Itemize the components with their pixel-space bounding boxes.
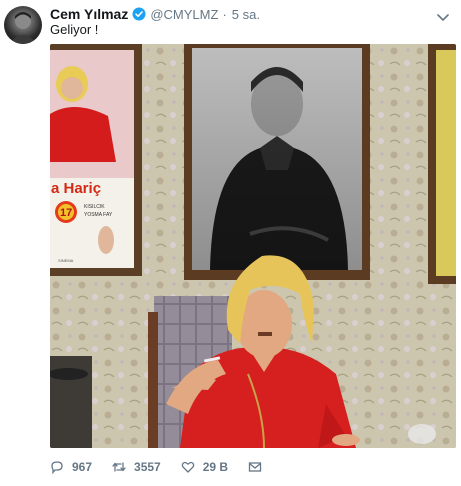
like-count: 29 B	[202, 460, 229, 474]
reply-button[interactable]: 967	[50, 460, 92, 474]
avatar[interactable]	[4, 6, 42, 44]
tweet-actions: 967 3557 29 B	[50, 458, 282, 476]
heart-icon	[181, 460, 195, 474]
glass	[408, 424, 436, 444]
retweet-count: 3557	[134, 460, 161, 474]
author-handle[interactable]: @CMYLMZ	[150, 7, 218, 22]
tweet-text: Geliyor !	[50, 22, 99, 37]
tweet-timestamp[interactable]: 5 sa.	[232, 7, 260, 22]
separator-dot: ·	[222, 6, 227, 22]
chevron-down-icon[interactable]	[437, 9, 449, 22]
right-frame	[428, 44, 456, 284]
tweet-header: Cem Yılmaz @CMYLMZ · 5 sa.	[50, 5, 260, 23]
poster-caption-2: YOSMA FAY	[84, 212, 113, 218]
tweet-photo[interactable]: 17 a Hariç KISILCIK YOSMA FAY SINEMA	[50, 44, 456, 448]
framed-photo-center	[184, 44, 370, 280]
direct-message-button[interactable]	[248, 460, 262, 474]
poster-title-text: a Hariç	[51, 180, 101, 197]
envelope-icon	[248, 460, 262, 474]
author-name[interactable]: Cem Yılmaz	[50, 6, 128, 22]
left-poster: 17 a Hariç KISILCIK YOSMA FAY SINEMA	[50, 44, 142, 276]
retweet-icon	[112, 460, 126, 474]
reply-icon	[50, 460, 64, 474]
reply-count: 967	[72, 460, 93, 474]
tweet: Cem Yılmaz @CMYLMZ · 5 sa. Geliyor ! 17 …	[0, 0, 461, 486]
poster-footer: SINEMA	[58, 258, 74, 263]
retweet-button[interactable]: 3557	[112, 460, 161, 474]
verified-badge-icon	[132, 7, 146, 21]
like-button[interactable]: 29 B	[181, 460, 228, 474]
poster-number: 17	[60, 207, 72, 219]
poster-caption-1: KISILCIK	[84, 204, 105, 210]
